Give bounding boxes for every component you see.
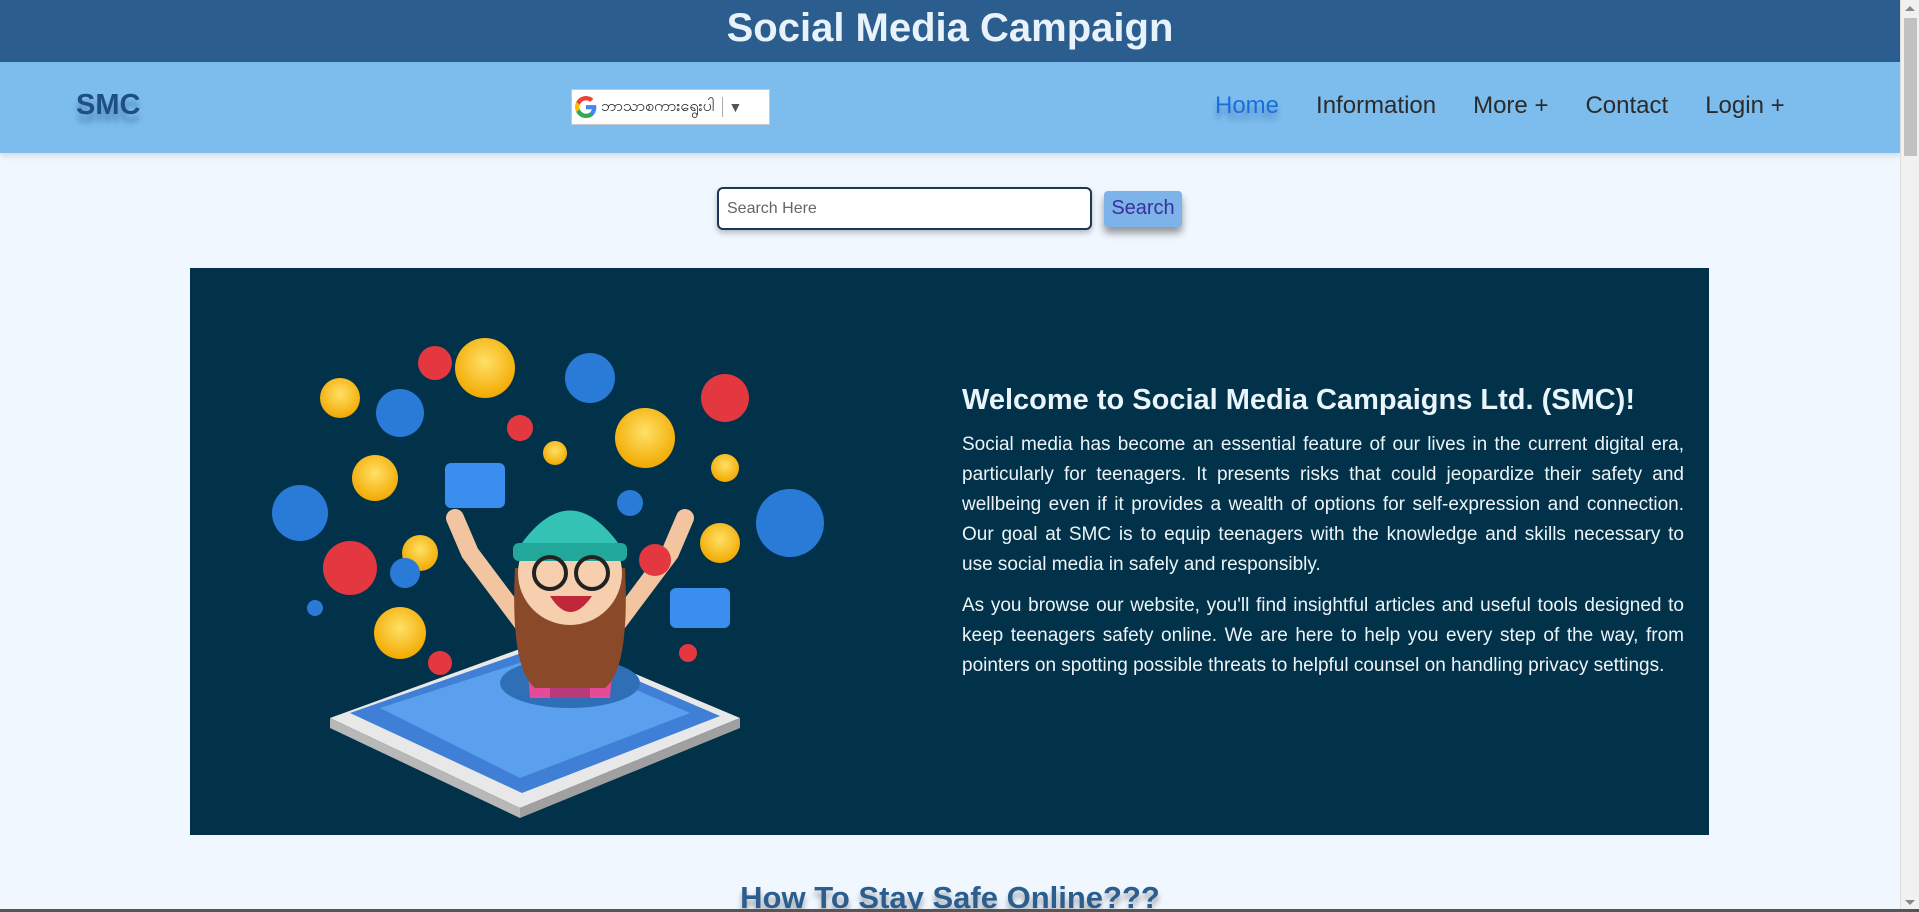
hero-paragraph: Social media has become an essential fea… — [962, 434, 1684, 575]
nav-links: Home Information More + Contact Login + — [1215, 92, 1822, 120]
nav-information[interactable]: Information — [1316, 92, 1436, 120]
google-icon — [575, 96, 597, 118]
navbar: SMC ဘာသာစကားရွေးပါ ▼ Home Information Mo… — [0, 62, 1900, 153]
search-button[interactable]: Search — [1104, 190, 1182, 227]
hero-illustration — [270, 338, 870, 818]
nav-contact[interactable]: Contact — [1585, 92, 1668, 120]
site-title: Social Media Campaign — [726, 5, 1174, 50]
nav-more[interactable]: More + — [1473, 92, 1548, 120]
hero-paragraph: As you browse our website, you'll find i… — [962, 595, 1684, 676]
search-bar: Search — [717, 187, 1182, 230]
language-label: ဘာသာစကားရွေးပါ — [601, 96, 715, 115]
hero-section: Welcome to Social Media Campaigns Ltd. (… — [190, 268, 1709, 835]
nav-login[interactable]: Login + — [1705, 92, 1784, 120]
scrollbar[interactable] — [1900, 0, 1919, 912]
search-input[interactable] — [717, 187, 1092, 230]
section-heading: How To Stay Safe Online??? — [740, 880, 1160, 912]
scroll-up-icon[interactable] — [1905, 6, 1915, 11]
scroll-down-icon[interactable] — [1905, 900, 1915, 905]
hero-text: Welcome to Social Media Campaigns Ltd. (… — [962, 384, 1684, 692]
language-selector[interactable]: ဘာသာစကားရွေးပါ ▼ — [571, 89, 770, 125]
scroll-thumb[interactable] — [1904, 18, 1917, 156]
nav-home[interactable]: Home — [1215, 92, 1279, 120]
hero-title: Welcome to Social Media Campaigns Ltd. (… — [962, 384, 1635, 416]
dropdown-arrow-icon: ▼ — [728, 99, 743, 115]
top-banner: Social Media Campaign — [0, 0, 1900, 62]
divider — [722, 97, 724, 117]
brand-logo[interactable]: SMC — [76, 89, 140, 122]
